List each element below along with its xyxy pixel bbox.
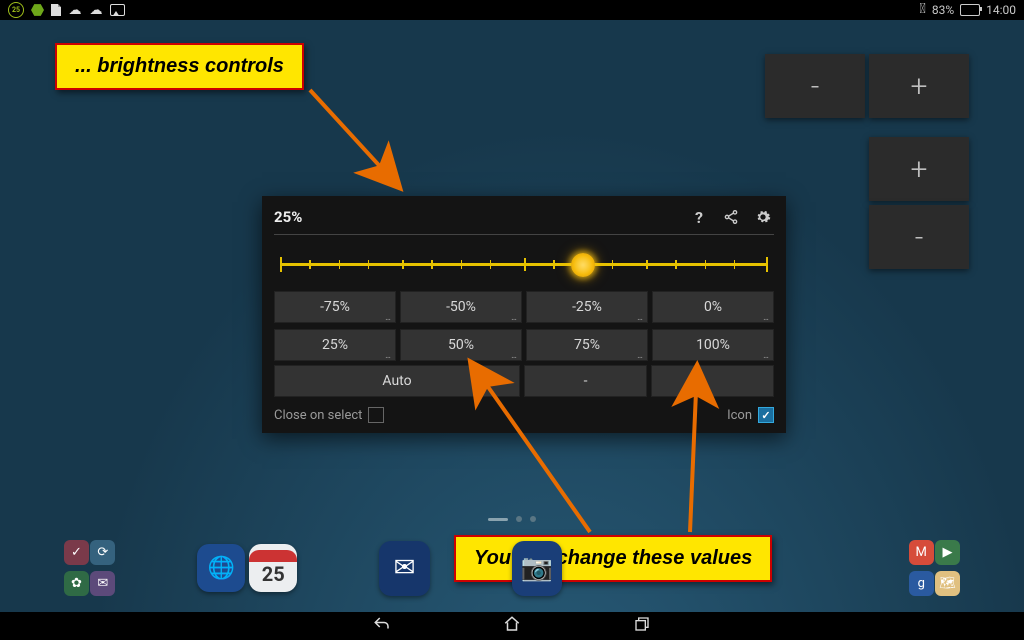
preset-row-3: Auto - bbox=[274, 365, 774, 397]
preset-blank[interactable] bbox=[651, 365, 774, 397]
document-icon bbox=[51, 4, 61, 16]
close-on-select-label: Close on select bbox=[274, 408, 362, 423]
icon-checkbox[interactable] bbox=[758, 407, 774, 423]
widget-plus-2[interactable]: + bbox=[869, 137, 969, 201]
panel-header: 25% ? bbox=[274, 206, 774, 228]
badge-25-icon: 25 bbox=[8, 2, 24, 18]
preset-50[interactable]: 50%... bbox=[400, 329, 522, 361]
globe-icon[interactable]: 🌐 bbox=[197, 544, 245, 592]
preset-0[interactable]: 0%... bbox=[652, 291, 774, 323]
status-bar: 25 ☁ ☁ 􀙇 83% 14:00 bbox=[0, 0, 1024, 20]
dock: ✓ ⟳ ✿ ✉ 🌐 25 ✉ 📷 M ▶ g 🗺 bbox=[0, 524, 1024, 612]
preset--50[interactable]: -50%... bbox=[400, 291, 522, 323]
preset-dash[interactable]: - bbox=[524, 365, 647, 397]
home-pager[interactable] bbox=[488, 516, 536, 522]
nav-recent[interactable] bbox=[627, 616, 657, 637]
widget-plus-1[interactable]: + bbox=[869, 54, 969, 118]
mail-icon[interactable]: ✉ bbox=[379, 541, 429, 596]
dock-folder-1[interactable]: ✓ ⟳ ✿ ✉ bbox=[64, 540, 115, 596]
cloud-up-icon: ☁ bbox=[68, 3, 82, 17]
nav-back[interactable] bbox=[367, 615, 397, 638]
preset-row-2: 25%... 50%... 75%... 100%... bbox=[274, 329, 774, 361]
preset-25[interactable]: 25%... bbox=[274, 329, 396, 361]
brightness-panel: 25% ? bbox=[262, 196, 786, 433]
wifi-icon: 􀙇 bbox=[920, 1, 926, 17]
nav-bar bbox=[0, 612, 1024, 640]
widget-minus-1[interactable]: - bbox=[765, 54, 865, 118]
preset-auto[interactable]: Auto bbox=[274, 365, 520, 397]
brightness-slider[interactable] bbox=[280, 249, 768, 281]
preset--75[interactable]: -75%... bbox=[274, 291, 396, 323]
picture-icon bbox=[110, 4, 125, 16]
icon-label: Icon bbox=[727, 408, 752, 423]
nav-home[interactable] bbox=[497, 615, 527, 638]
share-icon[interactable] bbox=[720, 206, 742, 228]
status-right: 􀙇 83% 14:00 bbox=[920, 2, 1016, 18]
help-icon[interactable]: ? bbox=[688, 206, 710, 228]
preset-75[interactable]: 75%... bbox=[526, 329, 648, 361]
brightness-current: 25% bbox=[274, 208, 302, 226]
cloud-down-icon: ☁ bbox=[89, 3, 103, 17]
camera-icon[interactable]: 📷 bbox=[512, 541, 562, 596]
hex-icon bbox=[31, 4, 44, 17]
close-on-select-checkbox[interactable] bbox=[368, 407, 384, 423]
gear-icon[interactable] bbox=[752, 206, 774, 228]
clock: 14:00 bbox=[986, 3, 1016, 17]
dock-calendar-group[interactable]: 🌐 25 bbox=[197, 544, 297, 592]
dock-folder-2[interactable]: M ▶ g 🗺 bbox=[909, 540, 960, 596]
battery-pct: 83% bbox=[932, 3, 954, 17]
calendar-icon[interactable]: 25 bbox=[249, 544, 297, 592]
status-left-icons: 25 ☁ ☁ bbox=[8, 2, 125, 18]
slider-thumb[interactable] bbox=[571, 253, 595, 277]
preset-row-1: -75%... -50%... -25%... 0%... bbox=[274, 291, 774, 323]
preset--25[interactable]: -25%... bbox=[526, 291, 648, 323]
battery-icon bbox=[960, 4, 980, 16]
panel-footer: Close on select Icon bbox=[274, 407, 774, 423]
preset-100[interactable]: 100%... bbox=[652, 329, 774, 361]
callout-top: ... brightness controls bbox=[55, 43, 304, 90]
widget-minus-2[interactable]: - bbox=[869, 205, 969, 269]
